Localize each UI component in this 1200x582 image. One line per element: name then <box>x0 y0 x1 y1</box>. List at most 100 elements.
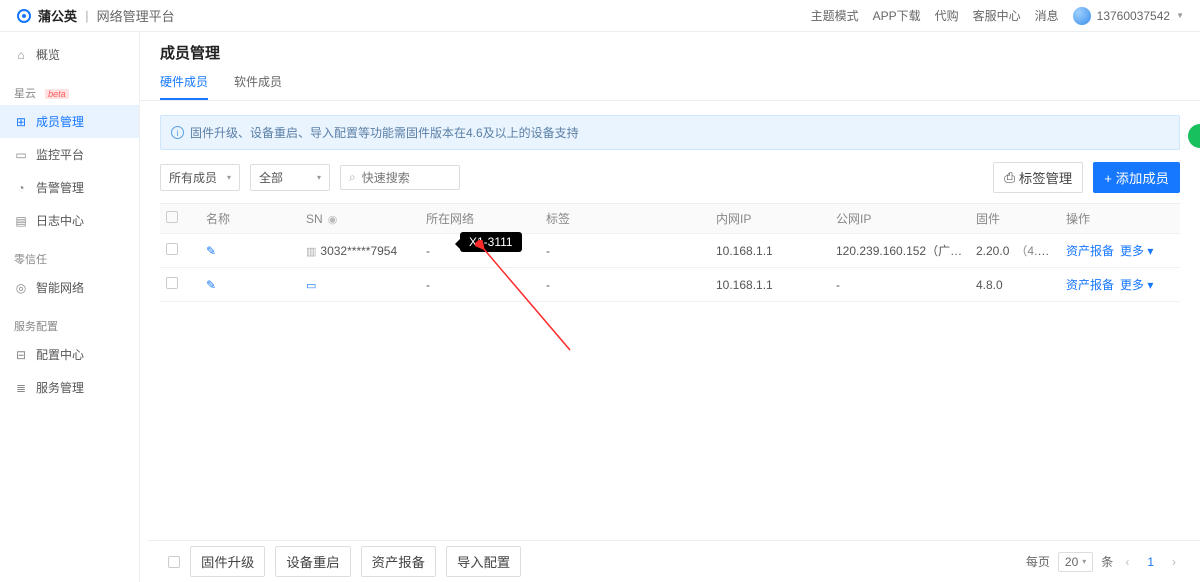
tag-manage-button[interactable]: ⎙ 标签管理 <box>993 162 1083 193</box>
eye-icon[interactable]: ◉ <box>325 214 338 226</box>
topbar-support[interactable]: 客服中心 <box>973 7 1021 24</box>
th-name: 名称 <box>200 210 300 227</box>
tab-software[interactable]: 软件成员 <box>234 73 282 100</box>
sidebar-section-zero-trust: 零信任 <box>0 237 139 271</box>
topbar-buy[interactable]: 代购 <box>935 7 959 24</box>
log-icon: ▤ <box>14 214 28 228</box>
row-checkbox[interactable] <box>166 243 178 255</box>
edit-icon[interactable]: ✎ <box>206 244 216 258</box>
page-prev[interactable]: ‹ <box>1121 555 1133 569</box>
info-banner: i 固件升级、设备重启、导入配置等功能需固件版本在4.6及以上的设备支持 <box>160 115 1180 150</box>
sidebar-item-alerts[interactable]: ◔ 告警管理 <box>0 171 139 204</box>
asset-report-link[interactable]: 资产报备 <box>1066 244 1114 258</box>
th-wan: 公网IP <box>830 210 970 227</box>
edit-icon[interactable]: ✎ <box>206 278 216 292</box>
sidebar-label: 告警管理 <box>36 179 84 196</box>
bottom-checkbox[interactable] <box>168 556 180 568</box>
table-row: ✎ ▭ - - 10.168.1.1 - 4.8.0 资产报备更多 ▾ <box>160 268 1180 302</box>
sidebar-item-members[interactable]: ⊞ 成员管理 <box>0 105 139 138</box>
filter-all-dropdown[interactable]: 全部▾ <box>250 164 330 191</box>
page-current: 1 <box>1141 555 1160 569</box>
th-lan: 内网IP <box>710 210 830 227</box>
device-icon: ▭ <box>306 280 316 292</box>
th-network: 所在网络 <box>420 210 540 227</box>
brand: 蒲公英 | 网络管理平台 <box>16 6 175 25</box>
sidebar: ⌂ 概览 星云 beta ⊞ 成员管理 ▭ 监控平台 ◔ 告警管理 ▤ 日志中心… <box>0 32 140 582</box>
members-icon: ⊞ <box>14 115 28 129</box>
search-icon: ⌕ <box>349 170 356 185</box>
net-icon: ◎ <box>14 281 28 295</box>
avatar-icon <box>1073 7 1091 25</box>
sidebar-section-star: 星云 beta <box>0 71 139 105</box>
tooltip: X1-3111 <box>460 232 522 252</box>
add-member-button[interactable]: + 添加成员 <box>1093 162 1180 193</box>
bottombar: 固件升级 设备重启 资产报备 导入配置 每页 20▾ 条 ‹ 1 › <box>148 540 1200 582</box>
sidebar-item-service[interactable]: ≣ 服务管理 <box>0 371 139 404</box>
config-icon: ⊟ <box>14 348 28 362</box>
side-pill[interactable] <box>1188 124 1200 148</box>
service-icon: ≣ <box>14 381 28 395</box>
tabs: 硬件成员 软件成员 <box>140 63 1200 101</box>
btn-device-reboot[interactable]: 设备重启 <box>275 546 350 577</box>
monitor-icon: ▭ <box>14 148 28 162</box>
table-header: 名称 SN ◉ 所在网络 标签 内网IP 公网IP 固件 操作 <box>160 204 1180 234</box>
chevron-down-icon: ▾ <box>227 173 231 182</box>
asset-report-link[interactable]: 资产报备 <box>1066 278 1114 292</box>
btn-firmware-upgrade[interactable]: 固件升级 <box>190 546 265 577</box>
sidebar-label: 智能网络 <box>36 279 84 296</box>
sidebar-item-overview[interactable]: ⌂ 概览 <box>0 38 139 71</box>
topbar: 蒲公英 | 网络管理平台 主题模式 APP下载 代购 客服中心 消息 13760… <box>0 0 1200 32</box>
brand-logo-icon <box>16 8 32 24</box>
user-name: 13760037542 <box>1097 9 1170 23</box>
tab-hardware[interactable]: 硬件成员 <box>160 73 208 100</box>
table-row: ✎ ▥3032*****7954 - - 10.168.1.1 120.239.… <box>160 234 1180 268</box>
more-link[interactable]: 更多 ▾ <box>1120 244 1153 258</box>
th-sn: SN ◉ <box>300 212 420 226</box>
table: 名称 SN ◉ 所在网络 标签 内网IP 公网IP 固件 操作 ✎ ▥3032*… <box>160 203 1180 302</box>
info-icon: i <box>171 126 184 139</box>
checkbox-all[interactable] <box>166 211 178 223</box>
topbar-messages[interactable]: 消息 <box>1035 7 1059 24</box>
sidebar-item-smart-net[interactable]: ◎ 智能网络 <box>0 271 139 304</box>
sidebar-item-config[interactable]: ⊟ 配置中心 <box>0 338 139 371</box>
sidebar-label: 配置中心 <box>36 346 84 363</box>
sidebar-item-logs[interactable]: ▤ 日志中心 <box>0 204 139 237</box>
th-tag: 标签 <box>540 210 710 227</box>
more-link[interactable]: 更多 ▾ <box>1120 278 1153 292</box>
search-input[interactable] <box>362 171 442 185</box>
tag-icon: ⎙ <box>1004 170 1015 186</box>
page-title: 成员管理 <box>140 32 1200 63</box>
search-box[interactable]: ⌕ <box>340 165 460 190</box>
th-fw: 固件 <box>970 210 1060 227</box>
beta-badge: beta <box>45 89 69 99</box>
sidebar-label: 监控平台 <box>36 146 84 163</box>
th-op: 操作 <box>1060 210 1180 227</box>
page-next[interactable]: › <box>1168 555 1180 569</box>
pagination: 每页 20▾ 条 ‹ 1 › <box>1026 552 1180 572</box>
alert-icon: ◔ <box>14 181 28 195</box>
sidebar-label: 日志中心 <box>36 212 84 229</box>
sidebar-item-monitor[interactable]: ▭ 监控平台 <box>0 138 139 171</box>
sidebar-label: 服务管理 <box>36 379 84 396</box>
brand-divider: | <box>85 8 89 23</box>
device-icon: ▥ <box>306 246 316 258</box>
topbar-theme[interactable]: 主题模式 <box>811 7 859 24</box>
row-checkbox[interactable] <box>166 277 178 289</box>
chevron-down-icon: ▼ <box>1176 11 1184 20</box>
main: 成员管理 硬件成员 软件成员 i 固件升级、设备重启、导入配置等功能需固件版本在… <box>140 32 1200 582</box>
toolbar: 所有成员▾ 全部▾ ⌕ ⎙ 标签管理 + 添加成员 <box>140 150 1200 193</box>
topbar-app[interactable]: APP下载 <box>873 7 921 24</box>
brand-main: 蒲公英 <box>38 6 77 25</box>
btn-asset-report[interactable]: 资产报备 <box>361 546 436 577</box>
btn-import-config[interactable]: 导入配置 <box>446 546 521 577</box>
user-menu[interactable]: 13760037542 ▼ <box>1073 7 1184 25</box>
chevron-down-icon: ▾ <box>317 173 321 182</box>
filter-member-dropdown[interactable]: 所有成员▾ <box>160 164 240 191</box>
sidebar-label: 成员管理 <box>36 113 84 130</box>
sidebar-section-service: 服务配置 <box>0 304 139 338</box>
page-size-dropdown[interactable]: 20▾ <box>1058 552 1093 572</box>
sidebar-label: 概览 <box>36 46 60 63</box>
topbar-right: 主题模式 APP下载 代购 客服中心 消息 13760037542 ▼ <box>811 7 1184 25</box>
brand-sub: 网络管理平台 <box>97 6 175 25</box>
home-icon: ⌂ <box>14 48 28 62</box>
